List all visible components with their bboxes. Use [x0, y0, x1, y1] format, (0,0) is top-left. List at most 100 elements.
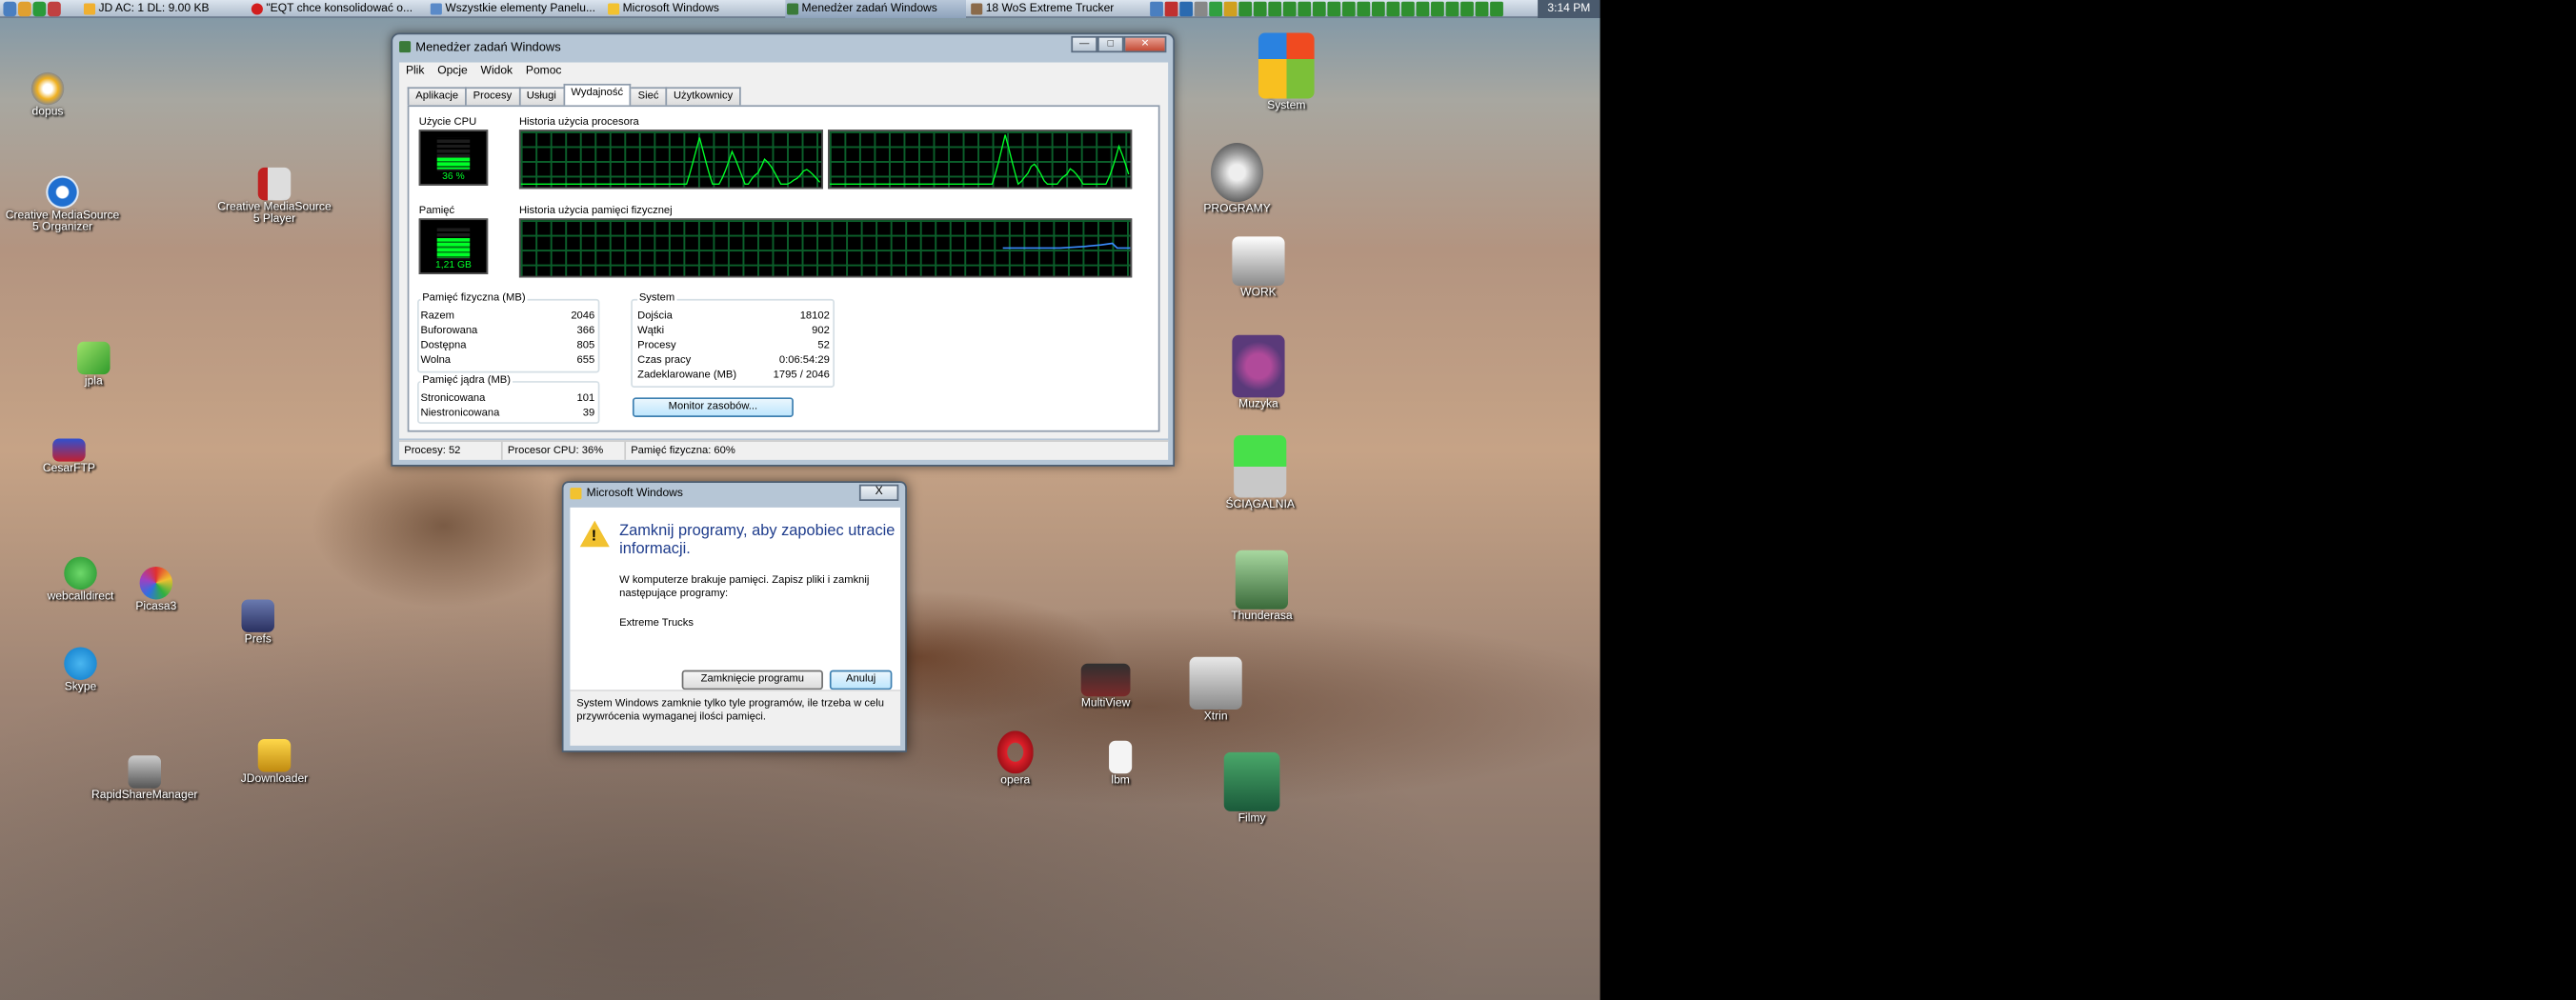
tray-icon[interactable]: [1268, 1, 1282, 17]
close-program-button[interactable]: Zamknięcie programu: [681, 670, 823, 690]
menu-help[interactable]: Pomoc: [526, 63, 562, 81]
cpu-meter-fill: [436, 157, 471, 170]
taskbar-button-extreme-trucker[interactable]: 18 WoS Extreme Trucker: [969, 0, 1146, 18]
desktop-icon-lbm[interactable]: lbm: [1063, 740, 1178, 787]
stat-label: Czas pracy: [637, 354, 692, 367]
tray-icon[interactable]: [1386, 1, 1400, 17]
tray-icon[interactable]: [1253, 1, 1267, 17]
desktop-icon-opera[interactable]: opera: [957, 730, 1073, 787]
desktop-icon-skype[interactable]: Skype: [23, 647, 138, 693]
cancel-button[interactable]: Anuluj: [829, 670, 893, 690]
quick-launch-icon[interactable]: [32, 1, 47, 17]
tray-icon[interactable]: [1282, 1, 1297, 17]
desktop-icon-label: CesarFTP: [42, 463, 95, 475]
taskbar-button-microsoft-windows[interactable]: Microsoft Windows: [606, 0, 782, 18]
tray-icon[interactable]: [1431, 1, 1444, 17]
tray-icon[interactable]: [1490, 1, 1503, 17]
dialog-close-button[interactable]: X: [858, 484, 899, 501]
desktop-icon-dopus[interactable]: dopus: [0, 71, 105, 118]
tray-icon[interactable]: [1164, 1, 1178, 17]
tab-processes[interactable]: Procesy: [465, 87, 520, 106]
stat-value: 18102: [799, 310, 830, 323]
tray-icon[interactable]: [1194, 1, 1208, 17]
stat-row: Niestronicowana 39: [420, 408, 594, 419]
status-processes: Procesy: 52: [404, 445, 461, 457]
tray-icon[interactable]: [1475, 1, 1489, 17]
menu-options[interactable]: Opcje: [437, 63, 468, 81]
tab-performance[interactable]: Wydajność: [562, 83, 632, 106]
tray-icon[interactable]: [1341, 1, 1356, 17]
memory-history-chart: [1002, 242, 1131, 250]
quick-launch-icon[interactable]: [48, 1, 61, 17]
tray-icon[interactable]: [1298, 1, 1312, 17]
taskbar: JD AC: 1 DL: 9.00 KB "EQT chce konsolido…: [0, 0, 1600, 18]
desktop-icon-label: Thunderasa: [1231, 610, 1293, 623]
menu-file[interactable]: Plik: [406, 63, 424, 81]
desktop-icon-creative-organizer[interactable]: Creative MediaSource 5 Organizer: [5, 175, 120, 233]
taskbar-button-label: JD AC: 1 DL: 9.00 KB: [98, 3, 210, 15]
clock[interactable]: 3:14 PM: [1538, 0, 1600, 18]
tab-applications[interactable]: Aplikacje: [407, 87, 467, 106]
desktop-icon-label: JDownloader: [240, 773, 309, 786]
desktop-icon-prefs[interactable]: Prefs: [200, 599, 315, 646]
taskbar-button-jdownloader[interactable]: JD AC: 1 DL: 9.00 KB: [82, 0, 246, 18]
desktop-icon-jdownloader[interactable]: JDownloader: [217, 739, 332, 785]
quick-launch-icon[interactable]: [3, 1, 17, 17]
tray-icon[interactable]: [1223, 1, 1238, 17]
desktop-icon-picasa[interactable]: Picasa3: [98, 566, 213, 612]
desktop-icon-multiview[interactable]: MultiView: [1048, 663, 1163, 710]
taskbar-button-control-panel[interactable]: Wszystkie elementy Panelu...: [429, 0, 603, 18]
tray-icon[interactable]: [1179, 1, 1193, 17]
tray-icon[interactable]: [1150, 1, 1163, 17]
desktop-icon-programy[interactable]: PROGRAMY: [1179, 143, 1295, 215]
tray-icon[interactable]: [1238, 1, 1253, 17]
close-button[interactable]: ✕: [1123, 35, 1167, 53]
memory-usage-value: 1,21 GB: [434, 261, 472, 271]
desktop-icon-label: Xtrin: [1203, 710, 1228, 723]
tray-icon[interactable]: [1400, 1, 1415, 17]
taskbar-button-opera[interactable]: "EQT chce konsolidować o...: [250, 0, 426, 18]
tray-icon[interactable]: [1357, 1, 1371, 17]
desktop-icon-system[interactable]: System: [1229, 32, 1344, 111]
desktop-icon-creative-player[interactable]: Creative MediaSource 5 Player: [217, 167, 332, 225]
desktop-icon-rapidsharemanager[interactable]: RapidShareManager: [87, 755, 202, 802]
stat-value: 101: [576, 392, 595, 405]
desktop-icon-filmy[interactable]: Filmy: [1195, 751, 1310, 825]
tray-icon[interactable]: [1416, 1, 1430, 17]
tab-services[interactable]: Usługi: [518, 87, 565, 106]
quick-launch-icon[interactable]: [17, 1, 31, 17]
tray-icon[interactable]: [1445, 1, 1459, 17]
taskbar-button-task-manager[interactable]: Menedżer zadań Windows: [785, 0, 967, 18]
desktop-icon-label: RapidShareManager: [91, 790, 198, 802]
tray-icon[interactable]: [1371, 1, 1385, 17]
tab-users[interactable]: Użytkownicy: [665, 87, 741, 106]
tray-icon[interactable]: [1209, 1, 1223, 17]
picasa-icon: [139, 566, 173, 600]
maximize-button[interactable]: □: [1097, 35, 1124, 53]
screen: JD AC: 1 DL: 9.00 KB "EQT chce konsolido…: [0, 0, 2576, 1000]
desktop-icon-work[interactable]: WORK: [1201, 236, 1317, 299]
taskbar-button-label: "EQT chce konsolidować o...: [266, 3, 413, 15]
tray-icon[interactable]: [1460, 1, 1474, 17]
desktop-icon-jpla[interactable]: jpla: [36, 341, 151, 388]
desktop-icon-xtrin[interactable]: Xtrin: [1158, 656, 1274, 723]
stat-label: Procesy: [637, 339, 676, 352]
stat-row: Czas pracy 0:06:54:29: [637, 354, 830, 366]
drive-icon: [1235, 550, 1289, 610]
desktop-icon-cesarftp[interactable]: CesarFTP: [11, 438, 127, 474]
tray-icon[interactable]: [1327, 1, 1341, 17]
stat-label: Buforowana: [420, 325, 478, 337]
tab-network[interactable]: Sieć: [629, 87, 668, 106]
system-title: System: [637, 291, 676, 305]
desktop-icon-muzyka[interactable]: Muzyka: [1201, 334, 1317, 410]
desktop-icon-thunderasa[interactable]: Thunderasa: [1204, 550, 1319, 623]
dialog-content: ! Zamknij programy, aby zapobiec utracie…: [570, 507, 901, 690]
resource-monitor-button[interactable]: Monitor zasobów...: [632, 397, 794, 418]
menu-view[interactable]: Widok: [481, 63, 513, 81]
warning-mark: !: [591, 527, 596, 544]
program-list-item[interactable]: Extreme Trucks: [619, 617, 694, 629]
dopus-icon: [30, 71, 65, 106]
desktop-icon-sciagalnia[interactable]: ŚCIĄGALNIA: [1202, 434, 1318, 510]
minimize-button[interactable]: —: [1071, 35, 1097, 53]
tray-icon[interactable]: [1312, 1, 1326, 17]
